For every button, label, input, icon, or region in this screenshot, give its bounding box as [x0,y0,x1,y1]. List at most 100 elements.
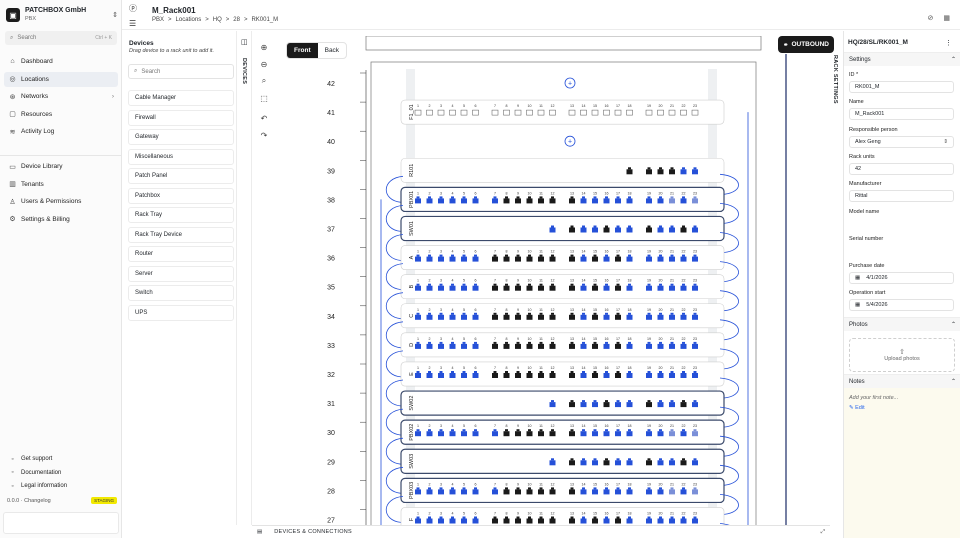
nav-item-users-permissions[interactable]: ♙ Users & Permissions [4,194,118,209]
outbound-button[interactable]: ⚭ OUTBOUND [778,36,834,53]
breadcrumb-item[interactable]: 28 [233,17,240,23]
port [537,109,545,116]
zoom-fit-icon[interactable]: ⌕ [256,74,272,88]
global-search-input[interactable]: ⌕ Search Ctrl + K [5,31,117,45]
port [415,373,421,378]
nav-item-activity-log[interactable]: ≋ Activity Log [4,124,118,139]
rack-diagram[interactable]: 42414039383736353433323130292827++F1_01 1… [300,36,835,525]
device-label: SW01 [409,221,415,236]
redo-icon[interactable]: ↷ [256,128,272,142]
field-input[interactable]: M_Rack001 [849,108,954,121]
field-input[interactable]: 42 [849,162,954,175]
nav-item-label: Activity Log [21,128,55,135]
zoom-in-icon[interactable]: ⊕ [256,40,272,54]
port-tab [670,429,674,432]
device-type-item[interactable]: Miscellaneous [128,148,234,165]
select-icon[interactable]: ⬚ [256,91,272,105]
port-number: 7 [494,366,496,370]
port-tab [462,254,466,257]
nav-item-networks[interactable]: ⊛ Networks › [4,89,118,104]
port-number: 3 [440,191,442,195]
port-tab [528,429,531,432]
nav-item-legal-information[interactable]: ◦ Legal information [4,480,118,492]
devices-tab[interactable]: DEVICES [241,58,247,84]
notes-section-header[interactable]: Notes ⌃ [844,374,960,388]
port-number: 3 [440,366,442,370]
device-type-item[interactable]: Router [128,246,234,262]
rack-device[interactable]: F1 2 3 4 5 6 7 8 9 10 11 12 13 14 15 16 17 18 19 20 21 22 23 [386,507,738,525]
port-number: 9 [517,104,519,108]
port-tab [493,516,497,519]
rack-settings-tab[interactable]: RACK SETTINGS [832,55,838,104]
port-tab [605,429,608,432]
port-tab [462,371,466,373]
connections-bar[interactable]: ▤ DEVICES & CONNECTIONS ⤢ [252,525,830,538]
device-type-item[interactable]: UPS [128,304,234,321]
device-type-item[interactable]: Cable Manager [128,90,234,106]
settings-section-header[interactable]: Settings ⌃ [844,52,960,66]
port-tab [462,196,466,199]
nav-item-get-support[interactable]: ◦ Get support [4,453,118,465]
nav-item-dashboard[interactable]: ⌂ Dashboard [4,54,118,69]
org-switcher[interactable]: ▣ PATCHBOX GmbH PBX ⇕ [6,6,118,24]
nav-item-resources[interactable]: ▢ Resources [4,107,118,122]
devices-search-input[interactable]: ⌕ Search [128,64,234,79]
more-icon[interactable]: ⋮ [945,39,952,47]
nav-item-label: Settings & Billing [21,215,70,223]
port-number: 22 [682,104,686,108]
device-type-item[interactable]: Rack Tray [128,207,234,223]
user-card[interactable] [3,512,119,534]
device-type-item[interactable]: Gateway [128,129,234,145]
device-type-item[interactable]: Switch [128,285,234,301]
port-tab [516,429,520,432]
port-number: 12 [551,366,555,370]
breadcrumb-item[interactable]: PBX [152,17,164,23]
rack-device[interactable]: F1_01 1 2 3 4 5 6 7 8 9 10 11 12 13 14 15 16 17 18 19 20 21 22… [400,99,725,125]
field-input[interactable]: ▦ 5/4/2026 [849,299,954,312]
port-tab [582,225,585,228]
version-text[interactable]: 0.0.0 · Changelog [7,498,51,504]
field-input[interactable] [849,245,954,257]
port [691,109,699,116]
breadcrumb-item[interactable]: RK001_M [251,17,278,23]
nav-item-locations[interactable]: ◎ Locations [4,71,118,87]
undo-icon[interactable]: ↶ [256,111,272,125]
nav-item-settings-billing[interactable]: ⚙ Settings & Billing [4,212,118,227]
field-input[interactable]: RK001_M [849,81,954,93]
device-type-item[interactable]: Server [128,265,234,282]
field-input[interactable]: ▦ 4/1/2026 [849,272,954,285]
expand-icon[interactable]: ⤢ [821,529,825,536]
device-type-item[interactable]: Patchbox [128,187,234,204]
panel-toggle-icon[interactable]: ◫ [241,38,248,46]
port-number: 4 [452,366,454,370]
nav-item-documentation[interactable]: ◦ Documentation [4,467,118,479]
notes-edit-link[interactable]: ✎ Edit [849,405,865,411]
photos-section-header[interactable]: Photos ⌃ [844,317,960,331]
port-tab [428,196,431,199]
breadcrumb-item[interactable]: HQ [213,17,222,23]
device-type-item[interactable]: Rack Tray Device [128,226,234,243]
zoom-out-icon[interactable]: ⊖ [256,57,272,71]
chevron-up-icon: ⌃ [950,57,956,63]
port [646,169,652,175]
hide-icon[interactable]: ⊘ [928,14,934,22]
field-input[interactable]: Rittal [849,190,954,203]
port-tab [628,371,631,373]
field-input[interactable]: Alex Geng ⇕ [849,135,954,148]
field-input[interactable] [849,218,954,230]
nav-item-tenants[interactable]: ▥ Tenants [4,177,118,192]
menu-icon[interactable]: ☰ [129,19,136,28]
layout-icon[interactable]: ▦ [943,14,950,22]
rack-canvas[interactable]: 42 41 40 39 38 37 36 35 34 33 32 31 30 29 28 27 + + F1_01 1… [300,36,835,525]
port [669,198,675,204]
device-type-item[interactable]: Patch Panel [128,168,234,184]
port [646,460,652,466]
nav-item-device-library[interactable]: ▭ Device Library [4,159,118,174]
notes-area[interactable]: Add your first note... ✎ Edit [844,388,960,538]
devices-tab-strip: ◫ DEVICES [238,31,252,525]
upload-photos-dropzone[interactable]: ⇧ Upload photos [849,338,955,372]
port [438,256,444,262]
port-number: 4 [452,308,454,312]
breadcrumb-item[interactable]: Locations [176,17,202,23]
device-type-item[interactable]: Firewall [128,109,234,126]
